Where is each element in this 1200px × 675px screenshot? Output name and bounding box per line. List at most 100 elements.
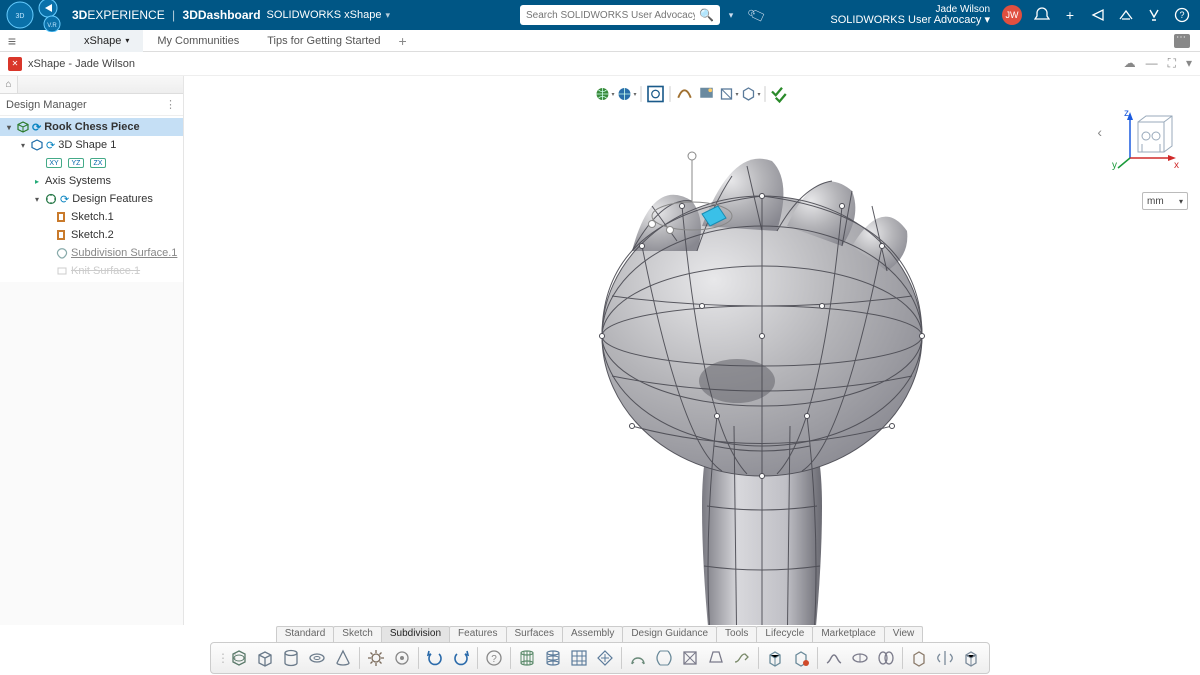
toolbar-tab-standard[interactable]: Standard	[276, 626, 335, 642]
toolbar-tab-design-guidance[interactable]: Design Guidance	[622, 626, 717, 642]
cloud-icon[interactable]: ☁	[1124, 56, 1136, 71]
share-icon[interactable]	[1090, 7, 1106, 23]
3d-model[interactable]	[502, 106, 1022, 647]
primitive-sphere-icon[interactable]	[227, 646, 251, 670]
add-tab-icon[interactable]: +	[399, 33, 407, 49]
toolbar-tab-tools[interactable]: Tools	[716, 626, 757, 642]
chevron-down-icon[interactable]: ▾	[1186, 56, 1192, 71]
tree-3dshape[interactable]: ▾ ⟳ 3D Shape 1	[0, 136, 183, 154]
tree-sketch1[interactable]: Sketch.1	[0, 208, 183, 226]
toolbar-tab-subdivision[interactable]: Subdivision	[381, 626, 450, 642]
svg-text:?: ?	[1179, 10, 1184, 20]
convert-box-icon[interactable]	[907, 646, 931, 670]
notification-icon[interactable]	[1034, 7, 1050, 23]
toolbar-tab-features[interactable]: Features	[449, 626, 506, 642]
primitive-box-icon[interactable]	[253, 646, 277, 670]
knife-icon[interactable]	[848, 646, 872, 670]
fit-icon[interactable]	[646, 84, 666, 104]
undo-icon[interactable]	[423, 646, 447, 670]
tag-icon[interactable]: 🏷	[746, 4, 769, 26]
app-dropdown[interactable]: SOLIDWORKS xShape▾	[267, 9, 390, 21]
triad-collapse-icon[interactable]: ‹	[1097, 124, 1102, 140]
box-icon[interactable]: ▾	[741, 84, 761, 104]
tab-tips[interactable]: Tips for Getting Started	[253, 30, 394, 52]
plane-xy-icon[interactable]: XY	[46, 158, 62, 168]
tree-root[interactable]: ▾ ⟳ Rook Chess Piece	[0, 118, 183, 136]
loft-icon[interactable]	[678, 646, 702, 670]
3d-viewport[interactable]: ▾ ▾ ▾ ▾ ‹ z x y	[184, 76, 1200, 647]
avatar[interactable]: JW	[1002, 5, 1022, 25]
cage-grid-icon[interactable]	[567, 646, 591, 670]
settings2-icon[interactable]	[390, 646, 414, 670]
checkmarks-icon[interactable]	[770, 84, 790, 104]
menu-icon[interactable]: ≡	[0, 33, 24, 49]
plane-yz-icon[interactable]: YZ	[68, 158, 84, 168]
axis-z-label: z	[1124, 108, 1129, 119]
display-mode-icon[interactable]	[675, 84, 695, 104]
crease-icon[interactable]	[822, 646, 846, 670]
bottom-toolbar: StandardSketchSubdivisionFeaturesSurface…	[0, 625, 1200, 675]
tree-view-icon[interactable]: ⌂	[0, 76, 18, 93]
globe2-icon[interactable]: ▾	[617, 84, 637, 104]
search-box[interactable]: 🔍	[520, 5, 720, 25]
revolve-icon[interactable]	[652, 646, 676, 670]
tree-subdiv-surface[interactable]: Subdivision Surface.1	[0, 244, 183, 262]
globe-icon[interactable]: ▾	[595, 84, 615, 104]
tab-communities[interactable]: My Communities	[143, 30, 253, 52]
toolbar-tab-assembly[interactable]: Assembly	[562, 626, 623, 642]
fullscreen-icon[interactable]: ⛶	[1168, 56, 1176, 71]
add-icon[interactable]: +	[1062, 7, 1078, 23]
tree-knit-surface[interactable]: Knit Surface.1	[0, 262, 183, 280]
compass-widget[interactable]: 3D V.R	[4, 0, 66, 30]
cage-cylinder-icon[interactable]	[515, 646, 539, 670]
home-icon[interactable]	[1146, 7, 1162, 23]
toolbar-tab-lifecycle[interactable]: Lifecycle	[756, 626, 813, 642]
mirror-icon[interactable]	[874, 646, 898, 670]
chat-icon[interactable]	[1174, 34, 1190, 48]
unit-selector[interactable]: mm▾	[1142, 192, 1188, 210]
search-scope-dropdown[interactable]: ▾	[722, 10, 740, 21]
toolbar-tab-surfaces[interactable]: Surfaces	[506, 626, 563, 642]
sweep-icon[interactable]	[730, 646, 754, 670]
plane-zx-icon[interactable]: ZX	[90, 158, 106, 168]
toolbar-tab-marketplace[interactable]: Marketplace	[812, 626, 884, 642]
help-icon[interactable]: ?	[1174, 7, 1190, 23]
collaborate-icon[interactable]	[1118, 7, 1134, 23]
tree-planes[interactable]: XY YZ ZX	[0, 154, 183, 172]
header-right: Jade Wilson SOLIDWORKS User Advocacy ▾ J…	[830, 4, 1200, 26]
bend-icon[interactable]	[626, 646, 650, 670]
user-role: SOLIDWORKS User Advocacy	[830, 14, 981, 26]
cage-diamond-icon[interactable]	[593, 646, 617, 670]
search-icon[interactable]: 🔍	[699, 8, 714, 22]
box-add-icon[interactable]	[789, 646, 813, 670]
toolbar-grip[interactable]: ⋮⋮	[217, 651, 225, 665]
primitive-cone-icon[interactable]	[331, 646, 355, 670]
help2-icon[interactable]: ?	[482, 646, 506, 670]
box-tool-icon[interactable]	[763, 646, 787, 670]
toolbar-tab-view[interactable]: View	[884, 626, 924, 642]
symmetry-icon[interactable]	[933, 646, 957, 670]
select-tool-icon[interactable]	[959, 646, 983, 670]
toolbar-tab-sketch[interactable]: Sketch	[333, 626, 382, 642]
primitive-torus-icon[interactable]	[305, 646, 329, 670]
settings-gear-icon[interactable]	[364, 646, 388, 670]
tree-sketch2[interactable]: Sketch.2	[0, 226, 183, 244]
redo-icon[interactable]	[449, 646, 473, 670]
minimize-icon[interactable]: —	[1146, 56, 1158, 71]
panel-menu-icon[interactable]: ⋮	[165, 98, 177, 111]
section-icon[interactable]: ▾	[719, 84, 739, 104]
user-block[interactable]: Jade Wilson SOLIDWORKS User Advocacy ▾	[830, 4, 990, 26]
axis-x-label: x	[1174, 160, 1179, 171]
tab-xshape[interactable]: xShape▾	[70, 30, 143, 52]
cage-cylinder2-icon[interactable]	[541, 646, 565, 670]
view-triad[interactable]: z x y	[1112, 106, 1182, 176]
panel-grip[interactable]	[18, 76, 183, 93]
panel-blank	[0, 282, 183, 647]
update-icon: ⟳	[46, 139, 55, 152]
render-icon[interactable]	[697, 84, 717, 104]
primitive-cylinder-icon[interactable]	[279, 646, 303, 670]
search-input[interactable]	[526, 10, 695, 21]
extrude-icon[interactable]	[704, 646, 728, 670]
tree-axis-systems[interactable]: ▸ Axis Systems	[0, 172, 183, 190]
tree-design-features[interactable]: ▾ ⟳ Design Features	[0, 190, 183, 208]
